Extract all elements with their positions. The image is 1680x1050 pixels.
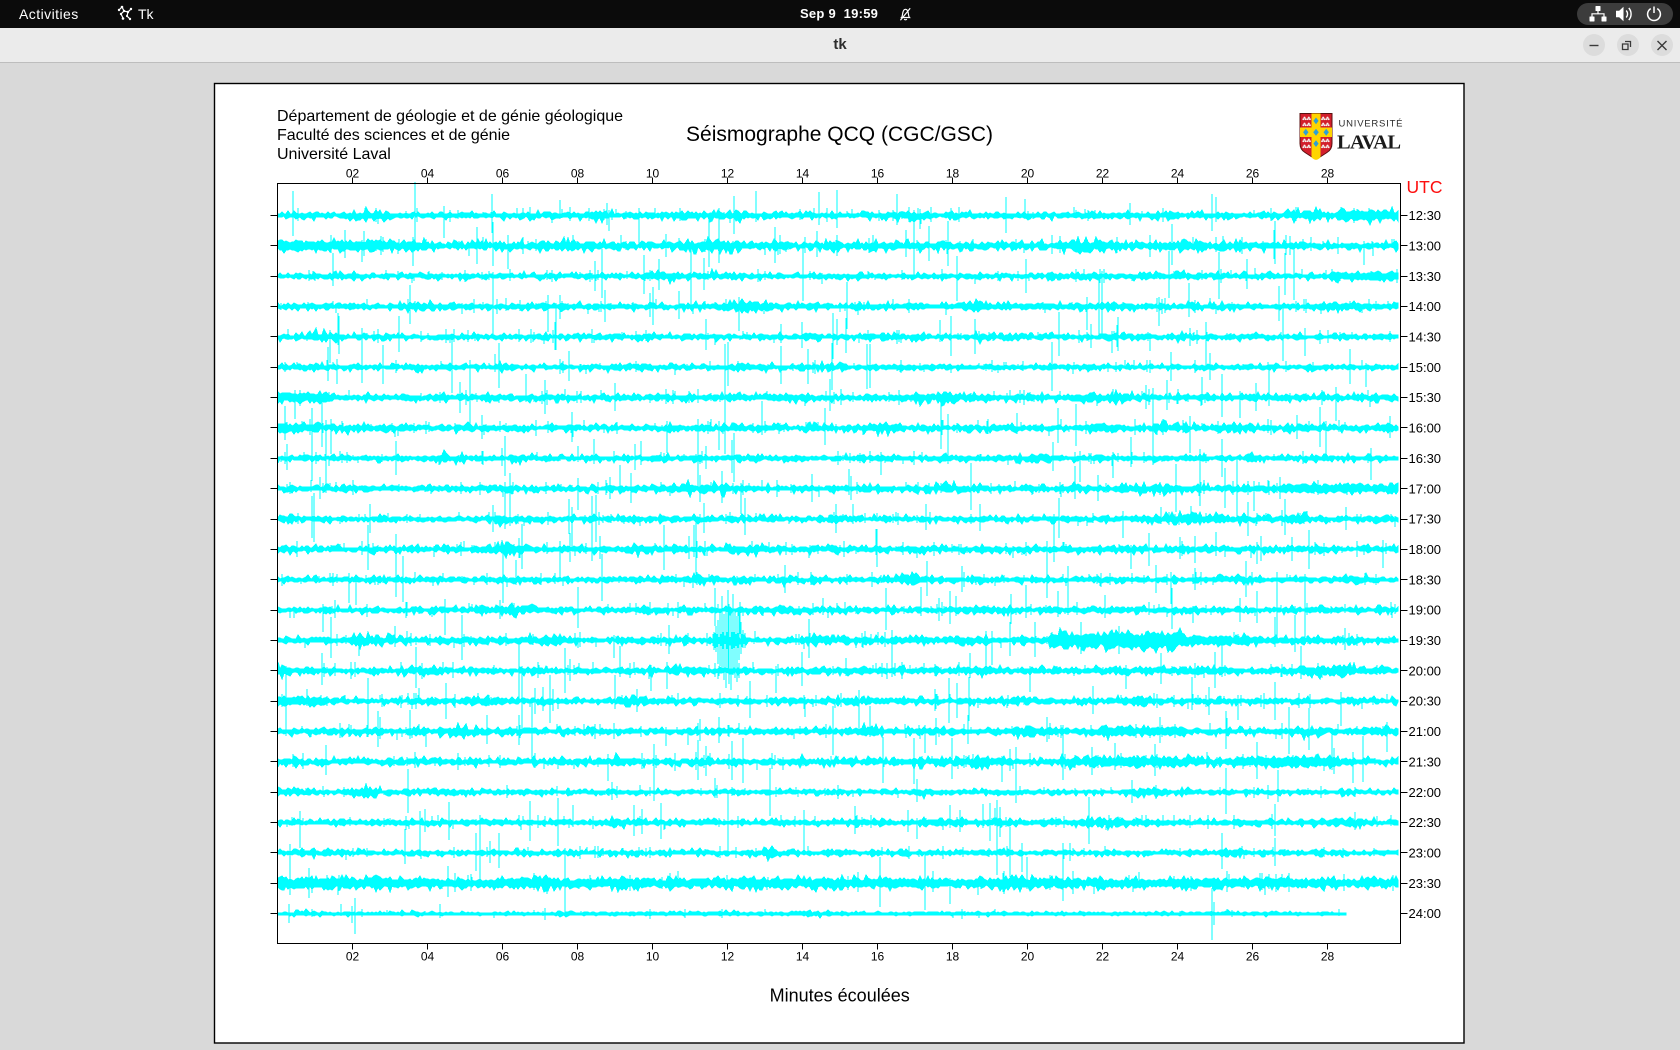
svg-text:22:30: 22:30 [1409,815,1442,830]
svg-text:Minutes écoulées: Minutes écoulées [770,986,910,1006]
svg-text:UTC: UTC [1407,177,1443,197]
svg-text:Faculté des sciences et de gén: Faculté des sciences et de génie [277,127,510,144]
svg-text:20: 20 [1021,950,1035,964]
svg-text:26: 26 [1246,167,1260,181]
svg-text:Département de géologie et de: Département de géologie et de génie géol… [277,108,623,125]
svg-text:02: 02 [346,950,360,964]
svg-text:26: 26 [1246,950,1260,964]
svg-text:24: 24 [1171,167,1185,181]
svg-text:18: 18 [946,167,960,181]
svg-text:22: 22 [1096,950,1110,964]
svg-text:UNIVERSITÉ: UNIVERSITÉ [1339,119,1403,130]
svg-text:LAVAL: LAVAL [1337,132,1401,154]
svg-text:23:00: 23:00 [1409,846,1442,861]
svg-text:21:30: 21:30 [1409,754,1442,769]
svg-text:06: 06 [496,950,510,964]
svg-text:10: 10 [646,167,660,181]
svg-text:28: 28 [1321,167,1335,181]
svg-text:12: 12 [721,167,735,181]
svg-text:13:00: 13:00 [1409,238,1442,253]
svg-text:14:30: 14:30 [1409,330,1442,345]
svg-text:17:30: 17:30 [1409,512,1442,527]
svg-text:15:30: 15:30 [1409,390,1442,405]
svg-text:24: 24 [1171,950,1185,964]
svg-text:08: 08 [571,167,585,181]
svg-text:16:30: 16:30 [1409,451,1442,466]
svg-text:14: 14 [796,167,810,181]
svg-text:08: 08 [571,950,585,964]
svg-text:12: 12 [721,950,735,964]
svg-text:22:00: 22:00 [1409,785,1442,800]
svg-text:16: 16 [871,167,885,181]
svg-text:14: 14 [796,950,810,964]
svg-text:12:30: 12:30 [1409,208,1442,223]
svg-text:18:00: 18:00 [1409,542,1442,557]
svg-text:10: 10 [646,950,660,964]
svg-text:22: 22 [1096,167,1110,181]
svg-text:15:00: 15:00 [1409,360,1442,375]
svg-text:16: 16 [871,950,885,964]
svg-text:20: 20 [1021,167,1035,181]
svg-text:14:00: 14:00 [1409,299,1442,314]
svg-text:02: 02 [346,167,360,181]
svg-text:20:30: 20:30 [1409,694,1442,709]
svg-text:16:00: 16:00 [1409,421,1442,436]
svg-text:18:30: 18:30 [1409,572,1442,587]
svg-text:Séismographe QCQ (CGC/GSC): Séismographe QCQ (CGC/GSC) [686,123,993,146]
svg-text:21:00: 21:00 [1409,724,1442,739]
svg-text:23:30: 23:30 [1409,876,1442,891]
svg-text:18: 18 [946,950,960,964]
svg-text:04: 04 [421,950,435,964]
svg-text:20:00: 20:00 [1409,663,1442,678]
svg-text:19:30: 19:30 [1409,633,1442,648]
svg-text:28: 28 [1321,950,1335,964]
svg-text:13:30: 13:30 [1409,269,1442,284]
svg-text:17:00: 17:00 [1409,481,1442,496]
svg-text:06: 06 [496,167,510,181]
svg-text:19:00: 19:00 [1409,603,1442,618]
svg-text:04: 04 [421,167,435,181]
svg-text:Université Laval: Université Laval [277,146,391,163]
svg-text:24:00: 24:00 [1409,906,1442,921]
